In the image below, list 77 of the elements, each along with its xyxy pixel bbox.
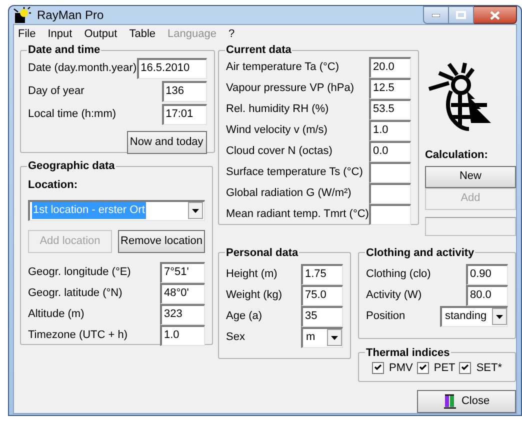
text-field[interactable]: 1.0 [160, 324, 205, 346]
field-label: Geogr. longitude (°E) [28, 264, 131, 280]
text-field[interactable]: 17:01 [162, 104, 207, 124]
text-field[interactable]: 136 [162, 80, 207, 102]
text-field[interactable] [368, 183, 411, 204]
text-field[interactable]: 1.0 [368, 120, 411, 141]
app-icon [13, 7, 31, 23]
text-field[interactable]: 35 [301, 306, 343, 326]
text-field[interactable]: 1.75 [301, 264, 343, 284]
text-field[interactable]: 7°51' [160, 262, 205, 282]
text-field[interactable] [368, 204, 411, 225]
field-label: Day of year [28, 84, 84, 99]
push-button[interactable]: Close [417, 390, 516, 412]
checkbox-option[interactable]: PMV [372, 360, 413, 376]
field-label: Cloud cover N (octas) [226, 144, 332, 160]
close-window-button[interactable] [474, 6, 517, 24]
field-label: Wind velocity v (m/s) [226, 123, 328, 138]
menu-item[interactable]: File [18, 26, 36, 42]
window-title: RayMan Pro [37, 7, 104, 24]
checkbox[interactable] [416, 362, 429, 374]
text-field[interactable]: 323 [160, 304, 205, 324]
text-field[interactable]: 12.5 [368, 78, 411, 99]
field-label: Sex [226, 330, 245, 345]
group-title: Thermal indices [365, 346, 451, 360]
calculation-label: Calculation: [424, 148, 489, 163]
field-label: Rel. humidity RH (%) [226, 102, 329, 118]
field-label: Date (day.month.year) [28, 60, 137, 76]
menu-item[interactable]: Input [48, 26, 72, 42]
group-title: Geographic data [27, 159, 116, 173]
text-field[interactable]: 48°0' [160, 282, 205, 304]
text-field[interactable]: 53.5 [368, 99, 411, 120]
field-label: Local time (h:mm) [28, 106, 116, 122]
field-label: Clothing (clo) [366, 266, 431, 282]
group-title: Current data [225, 43, 292, 57]
field-label: Mean radiant temp. Tmrt (°C) [226, 207, 369, 222]
minimize-button[interactable] [423, 6, 449, 24]
push-button[interactable]: Remove location [118, 230, 205, 252]
text-field[interactable]: 75.0 [301, 284, 343, 306]
field-label: Position [366, 308, 406, 324]
group-title: Date and time [27, 43, 102, 57]
group-title: Personal data [225, 246, 300, 260]
field-label: Weight (kg) [226, 288, 282, 303]
field-label: Geogr. latitude (°N) [28, 286, 122, 301]
field-label: Surface temperature Ts (°C) [226, 165, 363, 180]
maximize-icon [456, 11, 466, 19]
minimize-icon [432, 14, 440, 16]
door-icon [443, 393, 458, 409]
field-label: Height (m) [226, 266, 278, 282]
field-label: Activity (W) [366, 288, 422, 303]
push-button[interactable]: Now and today [126, 131, 207, 154]
checkbox[interactable] [372, 362, 384, 374]
checkbox-option[interactable]: PET [416, 360, 456, 376]
text-field[interactable]: 16.5.2010 [136, 58, 207, 78]
menu-item[interactable]: Output [84, 26, 118, 42]
dropdown[interactable]: standing [440, 306, 508, 326]
menu-item[interactable]: Table [129, 26, 156, 42]
field-label: Air temperature Ta (°C) [226, 60, 340, 76]
text-field[interactable] [368, 162, 411, 183]
checkbox-option[interactable]: SET* [459, 360, 502, 376]
field-label: Timezone (UTC + h) [28, 328, 128, 343]
field-label: Altitude (m) [28, 306, 84, 322]
menu-item[interactable]: ? [228, 26, 235, 42]
field-label: Vapour pressure VP (hPa) [226, 81, 354, 96]
field-label: Age (a) [226, 308, 262, 324]
checkbox[interactable] [459, 362, 472, 374]
text-field[interactable]: 0.0 [368, 141, 411, 162]
maximize-button[interactable] [449, 6, 474, 24]
group-title: Clothing and activity [365, 246, 476, 260]
logo-icon [427, 61, 494, 131]
text-field[interactable]: 20.0 [368, 57, 411, 78]
dropdown[interactable]: m [301, 326, 343, 348]
field-label: Global radiation G (W/m²) [226, 186, 352, 202]
close-icon [490, 10, 500, 20]
text-field[interactable]: 80.0 [466, 284, 508, 306]
location-label: Location: [28, 178, 78, 193]
text-field[interactable]: 0.90 [466, 264, 508, 284]
push-button[interactable]: New [424, 166, 516, 188]
